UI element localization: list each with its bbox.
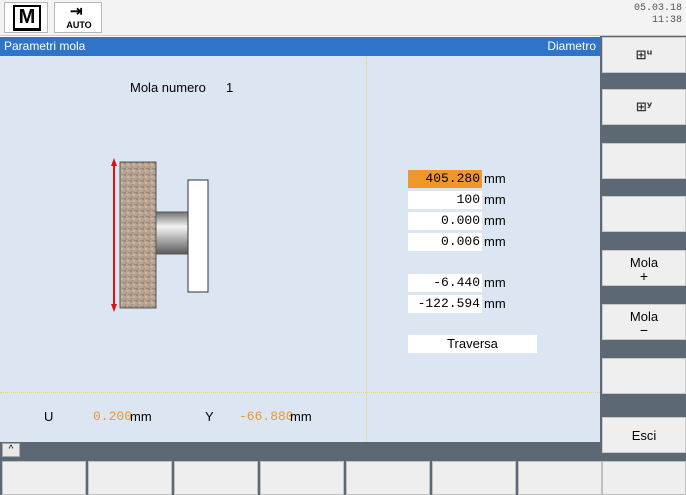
hsoftkey-3[interactable] — [174, 461, 258, 495]
exit-label: Esci — [631, 427, 657, 443]
wheel-next-button[interactable]: Mola + — [602, 250, 686, 286]
auto-mode-button[interactable]: ⇥ AUTO — [54, 2, 102, 33]
position-u-unit: mm — [484, 275, 506, 290]
tool-y-icon: ⊞ʸ — [635, 99, 653, 115]
position-y-unit: mm — [484, 296, 506, 311]
softkey-tool-u[interactable]: ⊞ᵘ — [602, 37, 686, 73]
dimension-arrow-bottom — [111, 304, 117, 312]
softkey-3[interactable] — [602, 143, 686, 179]
machine-mode-icon: M — [13, 5, 41, 31]
softkey-4[interactable] — [602, 196, 686, 232]
tool-u-icon: ⊞ᵘ — [635, 47, 653, 63]
offset-unit: mm — [484, 213, 506, 228]
hsoftkey-5[interactable] — [346, 461, 430, 495]
diameter-unit: mm — [484, 171, 506, 186]
axis-u-value: 0.200 — [93, 409, 133, 424]
hsoftkey-8[interactable] — [602, 461, 686, 495]
wheel-body — [119, 161, 157, 309]
softkey-tool-y[interactable]: ⊞ʸ — [602, 89, 686, 125]
hsoftkey-6[interactable] — [432, 461, 516, 495]
position-y-input[interactable]: -122.594 — [408, 295, 482, 313]
hsoftkey-2[interactable] — [88, 461, 172, 495]
axis-u-label: U — [44, 409, 54, 424]
time-label: 11:38 — [651, 15, 682, 26]
top-status-bar: M ⇥ AUTO 05.03.18 11:38 — [0, 0, 686, 36]
divider-horizontal — [0, 392, 600, 393]
axis-u-unit: mm — [130, 409, 152, 424]
softkey-7[interactable] — [602, 358, 686, 394]
axis-y-label: Y — [205, 409, 214, 424]
hsoftkey-7[interactable] — [518, 461, 602, 495]
machine-mode-button[interactable]: M — [4, 2, 48, 33]
divider-vertical — [366, 56, 367, 442]
wheel-number-label: Mola numero — [130, 80, 206, 95]
auto-arrow-icon: ⇥ — [70, 3, 83, 20]
exit-button[interactable]: Esci — [602, 417, 686, 453]
position-u-input[interactable]: -6.440 — [408, 274, 482, 292]
wear-input[interactable]: 0.006 — [408, 233, 482, 251]
main-panel: Mola numero 1 405.280 mm 100 mm 0.000 mm… — [0, 56, 600, 442]
dressing-mode-select[interactable]: Traversa — [408, 335, 537, 353]
scroll-up-button[interactable]: ^ — [2, 443, 20, 457]
wheel-prev-button[interactable]: Mola − — [602, 304, 686, 340]
offset-input[interactable]: 0.000 — [408, 212, 482, 230]
dimension-arrow-top — [111, 158, 117, 166]
auto-mode-label: AUTO — [66, 20, 92, 30]
scroll-strip — [0, 442, 600, 458]
width-unit: mm — [484, 192, 506, 207]
width-input[interactable]: 100 — [408, 191, 482, 209]
wear-unit: mm — [484, 234, 506, 249]
axis-y-unit: mm — [290, 409, 312, 424]
date-time: 05.03.18 11:38 — [634, 3, 682, 27]
spindle-flange — [187, 179, 209, 293]
wheel-next-sign: + — [639, 267, 649, 284]
wheel-hub — [155, 211, 189, 255]
grinding-wheel-graphic — [111, 158, 209, 312]
diameter-input[interactable]: 405.280 — [408, 170, 482, 188]
date-label: 05.03.18 — [633, 3, 682, 14]
axis-y-value: -66.880 — [239, 409, 294, 424]
hsoftkey-4[interactable] — [260, 461, 344, 495]
window-title-bar: Parametri mola Diametro — [0, 37, 600, 56]
mode-title: Diametro — [547, 39, 596, 53]
wheel-prev-sign: − — [639, 321, 649, 338]
hsoftkey-1[interactable] — [2, 461, 86, 495]
wheel-number-value: 1 — [226, 80, 234, 95]
page-title: Parametri mola — [4, 39, 86, 53]
